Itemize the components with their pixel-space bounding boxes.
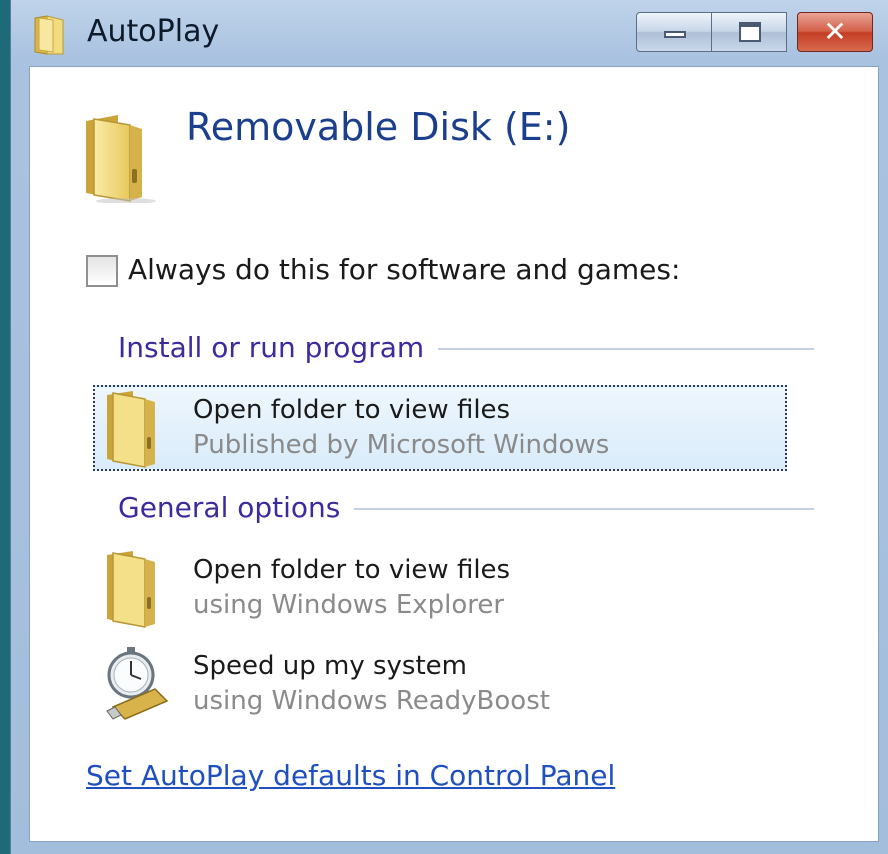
- autoplay-window: AutoPlay ✕ Removable Disk (E:) Always do…: [10, 0, 888, 854]
- folder-icon: [34, 15, 64, 55]
- control-panel-defaults-link[interactable]: Set AutoPlay defaults in Control Panel: [86, 759, 615, 792]
- option-secondary-text: using Windows Explorer: [193, 590, 505, 620]
- option-open-folder-published[interactable]: Open folder to view files Published by M…: [93, 385, 787, 471]
- folder-icon: [86, 115, 156, 203]
- maximize-icon: [739, 22, 761, 42]
- dialog-content: Removable Disk (E:) Always do this for s…: [29, 66, 879, 842]
- close-icon: ✕: [823, 15, 847, 48]
- section-title: General options: [118, 491, 355, 524]
- folder-icon: [107, 551, 155, 628]
- window-title: AutoPlay: [87, 14, 220, 49]
- section-title: Install or run program: [118, 331, 439, 364]
- option-primary-text: Speed up my system: [193, 651, 467, 681]
- readyboost-stopwatch-usb-icon: [106, 647, 169, 720]
- section-install-or-run: Install or run program: [118, 331, 814, 371]
- section-general-options: General options: [118, 491, 814, 531]
- title-bar[interactable]: AutoPlay ✕: [11, 0, 888, 66]
- option-secondary-text: using Windows ReadyBoost: [193, 686, 550, 716]
- minimize-button[interactable]: [636, 12, 712, 52]
- option-primary-text: Open folder to view files: [193, 395, 511, 425]
- option-secondary-text: Published by Microsoft Windows: [193, 430, 610, 460]
- always-checkbox[interactable]: [86, 255, 118, 287]
- folder-icon: [107, 391, 155, 468]
- option-primary-text: Open folder to view files: [193, 555, 511, 585]
- option-speed-up-readyboost[interactable]: Speed up my system using Windows ReadyBo…: [93, 641, 787, 727]
- close-button[interactable]: ✕: [797, 12, 873, 52]
- device-title: Removable Disk (E:): [186, 105, 571, 149]
- maximize-button[interactable]: [711, 12, 787, 52]
- always-label[interactable]: Always do this for software and games:: [128, 253, 680, 286]
- minimize-icon: [664, 31, 686, 38]
- option-open-folder-explorer[interactable]: Open folder to view files using Windows …: [93, 545, 787, 631]
